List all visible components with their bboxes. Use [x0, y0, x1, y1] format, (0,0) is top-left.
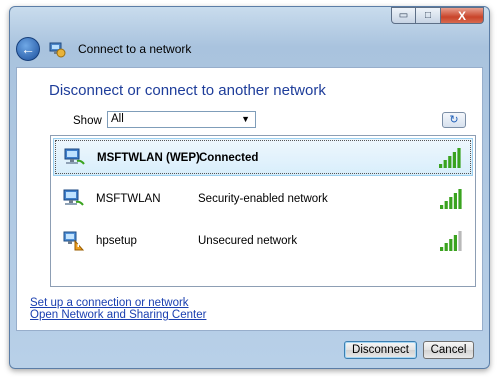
network-name: MSFTWLAN (WEP) — [97, 152, 200, 164]
unsecured-network-icon — [63, 231, 85, 251]
maximize-icon: □ — [424, 10, 432, 21]
signal-bar — [452, 152, 456, 168]
navigation-bar: ← Connect to a network — [16, 37, 191, 61]
network-sharing-center-link[interactable]: Open Network and Sharing Center — [30, 309, 206, 321]
signal-bar — [458, 189, 462, 209]
network-name: hpsetup — [96, 235, 137, 247]
network-list-item[interactable]: MSFTWLAN (WEP) Connected — [53, 138, 473, 176]
signal-bar — [453, 193, 457, 209]
content-panel: Disconnect or connect to another network… — [16, 67, 483, 331]
signal-bar — [440, 205, 444, 209]
network-list-item[interactable]: hpsetup Unsecured network — [53, 222, 473, 260]
network-wizard-icon — [49, 42, 66, 58]
back-arrow-icon: ← — [21, 41, 35, 57]
network-status: Unsecured network — [198, 235, 298, 247]
close-icon: X — [457, 8, 466, 23]
show-label: Show — [73, 115, 102, 127]
maximize-button[interactable]: □ — [416, 7, 441, 24]
show-filter-value: All — [111, 113, 124, 125]
signal-strength-icon — [439, 148, 461, 168]
minimize-icon: ▭ — [398, 10, 409, 21]
minimize-button[interactable]: ▭ — [391, 7, 416, 24]
window-title: Connect to a network — [78, 42, 192, 56]
signal-bar — [444, 243, 448, 251]
dropdown-arrow-icon: ▼ — [241, 114, 250, 124]
signal-bar — [439, 164, 443, 168]
network-list-item[interactable]: MSFTWLAN Security-enabled network — [53, 180, 473, 218]
signal-bar — [453, 235, 457, 251]
setup-connection-link[interactable]: Set up a connection or network — [30, 297, 189, 309]
signal-bar — [449, 197, 453, 209]
show-filter-dropdown[interactable]: All ▼ — [107, 111, 256, 128]
wireless-network-icon — [63, 189, 84, 206]
refresh-icon: ↻ — [449, 114, 459, 126]
signal-bar — [448, 156, 452, 168]
caption-buttons: ▭ □ X — [391, 7, 484, 25]
close-button[interactable]: X — [441, 7, 484, 24]
network-status: Connected — [199, 152, 259, 164]
refresh-button[interactable]: ↻ — [442, 112, 466, 128]
signal-bar — [457, 148, 461, 168]
network-name: MSFTWLAN — [96, 193, 161, 205]
disconnect-button[interactable]: Disconnect — [344, 341, 417, 359]
signal-bar — [440, 247, 444, 251]
wireless-network-icon — [64, 148, 85, 165]
signal-bar — [444, 201, 448, 209]
back-button[interactable]: ← — [16, 37, 40, 61]
connect-dialog-window: ▭ □ X ← Connect to a network Disconnect … — [9, 6, 490, 369]
signal-strength-icon — [440, 189, 462, 209]
cancel-button[interactable]: Cancel — [423, 341, 474, 359]
page-heading: Disconnect or connect to another network — [49, 82, 326, 99]
signal-bar — [443, 160, 447, 168]
signal-bar — [449, 239, 453, 251]
network-list: MSFTWLAN (WEP) Connected MSFTWLAN Security-… — [50, 135, 476, 287]
network-status: Security-enabled network — [198, 193, 328, 205]
signal-bar — [458, 231, 462, 251]
signal-strength-icon — [440, 231, 462, 251]
